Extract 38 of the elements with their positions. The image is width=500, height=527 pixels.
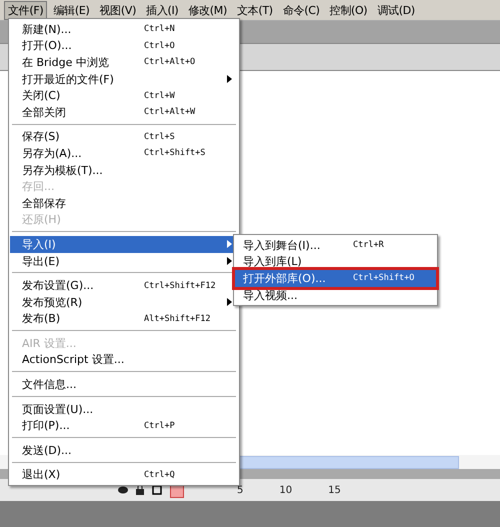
menu-item[interactable]: 页面设置(U)... (10, 400, 238, 418)
frame-number: 5 (237, 484, 244, 496)
menu-item[interactable]: 发布预览(R) (10, 294, 238, 310)
eye-icon[interactable] (118, 486, 128, 494)
menu-title[interactable]: 控制(O) (326, 0, 372, 20)
menu-item[interactable]: 发送(D)... (10, 442, 238, 459)
menu-item[interactable]: 全部关闭 Ctrl+Alt+W (10, 104, 238, 121)
menu-item[interactable]: 导入视频... (235, 286, 436, 304)
menu-item[interactable]: 文件信息... (10, 376, 238, 393)
menu-item[interactable]: 打印(P)... Ctrl+P (10, 417, 238, 434)
menu-item[interactable]: 打开(O)... Ctrl+O (10, 38, 238, 54)
frame-number: 15 (328, 484, 341, 496)
menu-item[interactable]: 全部保存 (10, 194, 238, 212)
menu-title[interactable]: 编辑(E) (49, 0, 94, 20)
menu-item[interactable]: 另存为(A)... Ctrl+Shift+S (10, 145, 238, 162)
menu-title[interactable]: 视图(V) (95, 0, 140, 20)
square-icon[interactable] (152, 485, 162, 495)
menu-item[interactable]: 保存(S) Ctrl+S (10, 128, 238, 146)
menu-title[interactable]: 调试(D) (373, 0, 419, 20)
menu-item[interactable]: 打开外部库(O)... Ctrl+Shift+O (235, 270, 436, 287)
menu-item[interactable]: 新建(N)... Ctrl+N (10, 21, 238, 38)
lock-icon[interactable] (136, 485, 144, 495)
menu-item[interactable]: 打开最近的文件(F) (10, 70, 238, 88)
menu-title[interactable]: 插入(I) (142, 0, 182, 20)
menu-item[interactable]: 发布(B) Alt+Shift+F12 (10, 310, 238, 328)
menu-item[interactable]: 导出(E) (10, 252, 238, 270)
menu-item[interactable]: 导入到库(L) (235, 254, 436, 270)
menu-item[interactable]: 另存为模板(T)... (10, 162, 238, 178)
menu-item[interactable]: 在 Bridge 中浏览 Ctrl+Alt+O (10, 54, 238, 71)
menu-title[interactable]: 修改(M) (184, 0, 231, 20)
menu-item[interactable]: 关闭(C) Ctrl+W (10, 87, 238, 104)
menu-title[interactable]: 文件(F) (4, 0, 48, 20)
menu-item[interactable]: 退出(X) Ctrl+Q (10, 466, 238, 484)
menu-item[interactable]: 导入到舞台(I)... Ctrl+R (235, 237, 436, 254)
frame-number: 10 (279, 484, 292, 496)
menu-title[interactable]: 文本(T) (232, 0, 277, 20)
menu-title[interactable]: 命令(C) (278, 0, 324, 20)
menu-item[interactable]: ActionScript 设置... (10, 352, 238, 368)
